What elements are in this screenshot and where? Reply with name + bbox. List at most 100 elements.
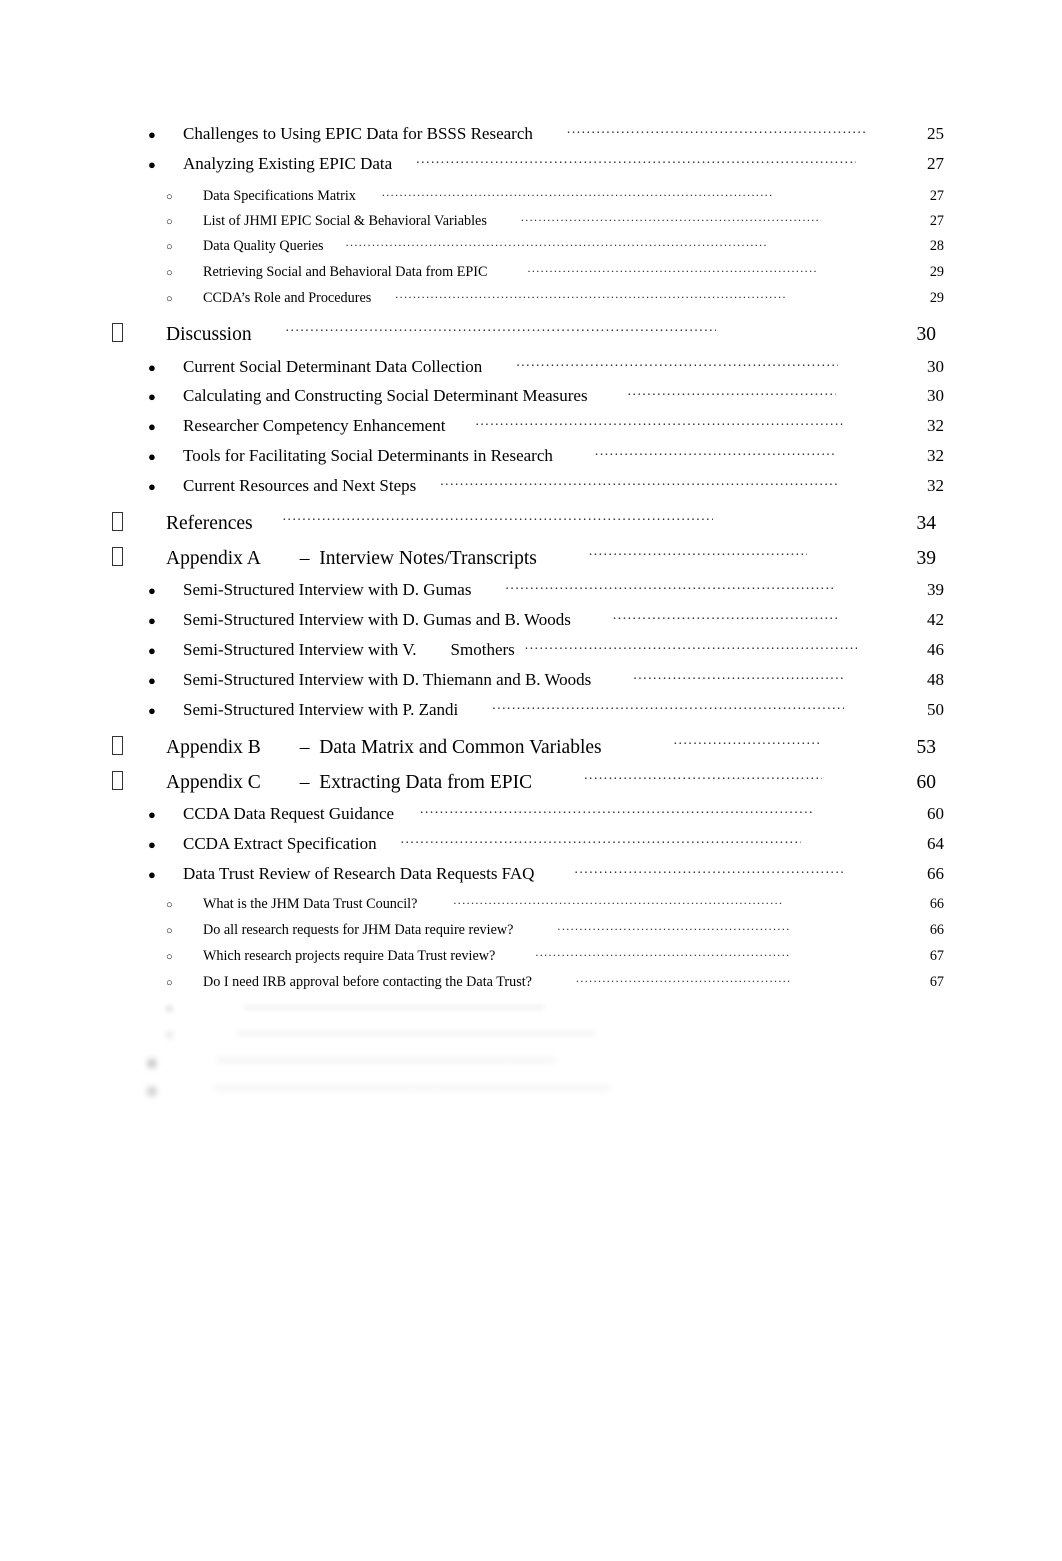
toc-bullet-filled-icon: ●: [148, 449, 156, 464]
toc-entry[interactable]: ○ Do all research requests for JHM Data r…: [0, 920, 1062, 946]
toc-dot-leader: ........................................…: [475, 414, 846, 428]
toc-bullet-tofu-icon: [112, 546, 166, 568]
toc-entry-label: Tools for Facilitating Social Determinan…: [183, 446, 553, 465]
toc-bullet-hollow-icon: ○: [166, 191, 173, 204]
toc-entry[interactable]: ● CCDA Extract Specification.............…: [0, 832, 1062, 862]
toc-bullet-filled-icon: ●: [148, 867, 156, 882]
toc-entry-label: CCDA Extract Specification: [183, 834, 377, 853]
toc-entry[interactable]: ● Semi-Structured Interview with D. Thiem…: [0, 668, 1062, 698]
toc-entry[interactable]: ● ......................................…: [0, 1050, 1062, 1080]
toc-dot-leader: ........................................…: [612, 608, 839, 622]
toc-entry[interactable]: ● Data Trust Review of Research Data Requ…: [0, 862, 1062, 892]
toc-entry[interactable]: ● Current Social Determinant Data Collect…: [0, 355, 1062, 385]
toc-entry[interactable]: Appendix C – Extracting Data from EPIC..…: [0, 768, 1062, 804]
toc-entry-label: Semi-Structured Interview with P. Zandi: [183, 700, 459, 719]
toc-entry[interactable]: ● Challenges to Using EPIC Data for BSSS …: [0, 122, 1062, 152]
toc-entry[interactable]: ● Researcher Competency Enhancement......…: [0, 414, 1062, 444]
toc-entry-label: Current Social Determinant Data Collecti…: [183, 357, 483, 376]
toc-bullet-filled-icon: ●: [148, 389, 156, 404]
toc-dot-leader: ........................................…: [395, 288, 785, 300]
toc-dot-leader: ........................................…: [244, 998, 545, 1010]
toc-bullet-hollow-icon: ○: [166, 1029, 173, 1042]
toc-entry[interactable]: ● Semi-Structured Interview with D. Gumas…: [0, 578, 1062, 608]
toc-dot-leader: ........................................…: [453, 894, 784, 906]
toc-page-number: 42: [927, 610, 944, 629]
toc-dot-leader: ........................................…: [524, 638, 857, 652]
toc-page-number: 64: [927, 834, 944, 853]
toc-entry[interactable]: References..............................…: [0, 509, 1062, 545]
toc-entry-label: References: [166, 512, 253, 534]
toc-entry-label: Semi-Structured Interview with D. Thiema…: [183, 670, 592, 689]
toc-page-number: 29: [929, 290, 944, 307]
toc-entry-label: Do all research requests for JHM Data re…: [203, 922, 514, 939]
toc-entry-label: [203, 1026, 207, 1043]
toc-entry[interactable]: ● Tools for Facilitating Social Determina…: [0, 444, 1062, 474]
toc-entry[interactable]: Appendix A – Interview Notes/Transcripts…: [0, 544, 1062, 580]
toc-bullet-filled-icon: ●: [148, 613, 156, 628]
toc-entry-label: Semi-Structured Interview with D. Gumas: [183, 580, 472, 599]
toc-entry[interactable]: ○ List of JHMI EPIC Social & Behavioral V…: [0, 211, 1062, 237]
toc-dot-leader: ........................................…: [588, 544, 807, 558]
toc-entry[interactable]: ● Semi-Structured Interview with D. Gumas…: [0, 608, 1062, 638]
toc-dot-leader: ........................................…: [574, 862, 846, 876]
toc-bullet-tofu-icon: [112, 735, 166, 757]
toc-entry[interactable]: ○ ......................................…: [0, 998, 1062, 1024]
toc-page-number: 32: [927, 476, 944, 495]
toc-entry-label: [183, 1052, 187, 1072]
toc-page-number: 27: [929, 188, 944, 205]
toc-page-number: 67: [929, 974, 944, 991]
toc-page-number: 60: [927, 804, 944, 823]
toc-dot-leader: ........................................…: [535, 946, 792, 958]
toc-entry[interactable]: ○ Which research projects require Data Tr…: [0, 946, 1062, 972]
toc-dot-leader: ........................................…: [345, 236, 766, 248]
toc-entry[interactable]: ● Current Resources and Next Steps.......…: [0, 474, 1062, 504]
toc-bullet-filled-icon: ●: [148, 479, 156, 494]
toc-entry[interactable]: ○ Retrieving Social and Behavioral Data f…: [0, 262, 1062, 288]
toc-dot-leader: ........................................…: [213, 1078, 613, 1092]
toc-entry[interactable]: ● CCDA Data Request Guidance.............…: [0, 802, 1062, 832]
toc-entry[interactable]: Appendix B – Data Matrix and Common Vari…: [0, 733, 1062, 769]
toc-page-number: 25: [927, 124, 944, 143]
toc-bullet-filled-icon: ●: [148, 807, 156, 822]
toc-entry[interactable]: ○ ......................................…: [0, 1024, 1062, 1050]
toc-page-number: 50: [927, 700, 944, 719]
toc-entry[interactable]: ○ Data Specifications Matrix.............…: [0, 186, 1062, 212]
toc-entry-label: Semi-Structured Interview with D. Gumas …: [183, 610, 571, 629]
toc-dot-leader: ........................................…: [400, 832, 801, 846]
toc-dot-leader: ........................................…: [505, 578, 833, 592]
toc-entry[interactable]: ○ What is the JHM Data Trust Council?....…: [0, 894, 1062, 920]
toc-page-number: 53: [916, 736, 937, 758]
toc-entry-label: Retrieving Social and Behavioral Data fr…: [203, 264, 488, 281]
toc-page-number: 27: [927, 154, 944, 173]
toc-entry[interactable]: ● Semi-Structured Interview with P. Zandi…: [0, 698, 1062, 728]
toc-entry[interactable]: ○ CCDA’s Role and Procedures.............…: [0, 288, 1062, 314]
toc-bullet-filled-icon: ●: [148, 643, 156, 658]
toc-page-number: 32: [927, 416, 944, 435]
toc-entry-label: Appendix A – Interview Notes/Transcripts: [166, 547, 537, 569]
toc-entry-label: [183, 1080, 187, 1100]
toc-bullet-hollow-icon: ○: [166, 899, 173, 912]
toc-page-number: [904, 1052, 944, 1072]
toc-bullet-filled-icon: ●: [148, 673, 156, 688]
toc-dot-leader: ........................................…: [440, 474, 840, 488]
toc-bullet-filled-icon: ●: [148, 419, 156, 434]
toc-entry-label: Discussion: [166, 323, 252, 345]
toc-entry[interactable]: ● Semi-Structured Interview with V. Smoth…: [0, 638, 1062, 668]
toc-page-number: [904, 1080, 944, 1100]
toc-entry[interactable]: ● Analyzing Existing EPIC Data...........…: [0, 152, 1062, 182]
toc-entry[interactable]: ● ......................................…: [0, 1078, 1062, 1108]
toc-entry[interactable]: ● Calculating and Constructing Social Det…: [0, 384, 1062, 414]
toc-entry-label: What is the JHM Data Trust Council?: [203, 896, 418, 913]
toc-bullet-filled-icon: ●: [148, 1055, 156, 1070]
toc-entry-label: [203, 1000, 207, 1017]
toc-bullet-filled-icon: ●: [148, 583, 156, 598]
toc-bullet-filled-icon: ●: [148, 127, 156, 142]
toc-bullet-hollow-icon: ○: [166, 241, 173, 254]
toc-bullet-filled-icon: ●: [148, 703, 156, 718]
toc-entry[interactable]: Discussion..............................…: [0, 320, 1062, 356]
toc-entry[interactable]: ○ Data Quality Queries...................…: [0, 236, 1062, 262]
toc-dot-leader: ........................................…: [633, 668, 843, 682]
toc-dot-leader: ........................................…: [575, 972, 792, 984]
toc-entry[interactable]: ○ Do I need IRB approval before contactin…: [0, 972, 1062, 998]
toc-page-number: 30: [927, 357, 944, 376]
